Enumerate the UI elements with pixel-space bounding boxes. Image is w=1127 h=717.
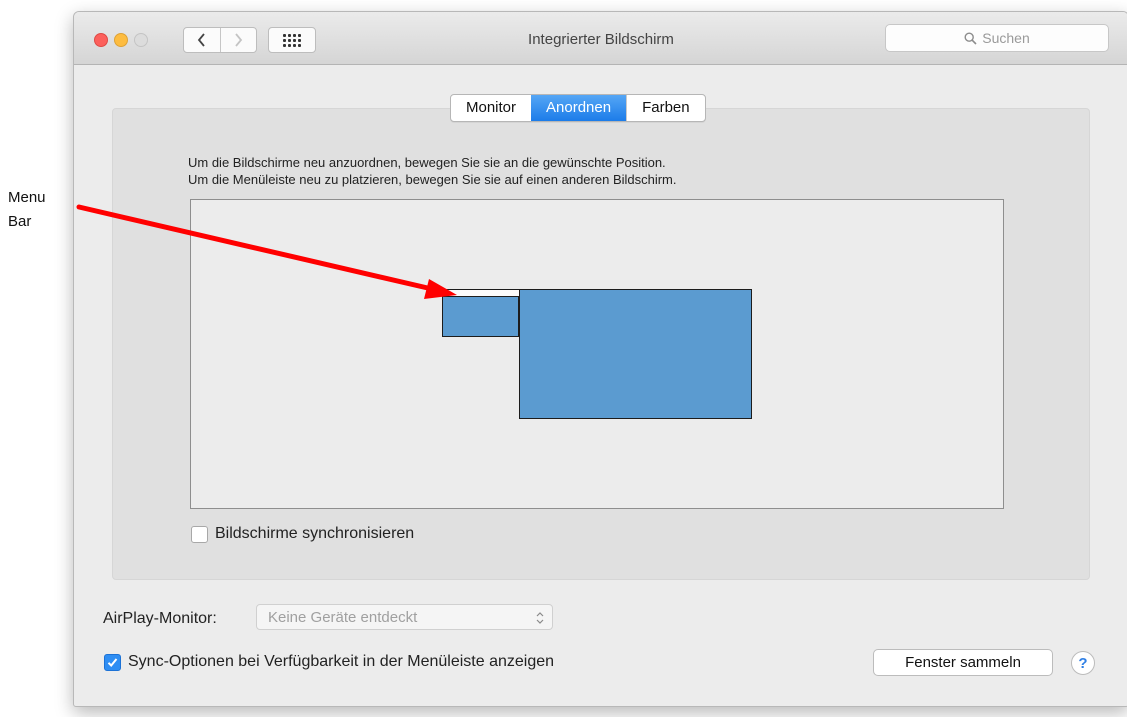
instructions: Um die Bildschirme neu anzuordnen, beweg…: [188, 154, 677, 188]
tab-arrange[interactable]: Anordnen: [531, 95, 627, 121]
checkmark-icon: [107, 657, 118, 667]
tab-colors[interactable]: Farben: [626, 95, 705, 121]
gather-windows-button[interactable]: Fenster sammeln: [873, 649, 1053, 676]
annotation-line-1: Menu: [8, 189, 46, 206]
instruction-line-1: Um die Bildschirme neu anzuordnen, beweg…: [188, 155, 666, 170]
display-arrangement-area: [190, 199, 1004, 509]
airplay-select-value: Keine Geräte entdeckt: [268, 609, 418, 626]
sync-options-checkbox[interactable]: [104, 653, 121, 671]
search-icon: [964, 31, 977, 45]
sync-options-label: Sync-Optionen bei Verfügbarkeit in der M…: [128, 653, 555, 670]
mirror-displays-label: Bildschirme synchronisieren: [215, 525, 415, 542]
select-chevron-icon: [536, 605, 544, 631]
main-display[interactable]: [519, 289, 752, 419]
tab-bar: Monitor Anordnen Farben: [450, 94, 706, 122]
preferences-window: Integrierter Bildschirm Suchen Um die Bi…: [73, 11, 1127, 707]
annotation-label: Menu Bar: [8, 186, 46, 234]
airplay-label: AirPlay-Monitor:: [103, 610, 217, 627]
help-button[interactable]: ?: [1071, 651, 1095, 675]
secondary-display[interactable]: [442, 296, 519, 337]
title-bar: Integrierter Bildschirm Suchen: [74, 12, 1127, 65]
airplay-select[interactable]: Keine Geräte entdeckt: [256, 604, 553, 630]
search-field[interactable]: Suchen: [885, 24, 1109, 52]
tab-monitor[interactable]: Monitor: [451, 95, 531, 121]
sync-options-option[interactable]: Sync-Optionen bei Verfügbarkeit in der M…: [104, 653, 554, 671]
annotation-line-2: Bar: [8, 213, 32, 230]
mirror-displays-option[interactable]: Bildschirme synchronisieren: [191, 525, 414, 543]
mirror-displays-checkbox[interactable]: [191, 525, 208, 543]
arrangement-panel: Um die Bildschirme neu anzuordnen, beweg…: [112, 108, 1090, 580]
instruction-line-2: Um die Menüleiste neu zu platzieren, bew…: [188, 172, 677, 187]
search-placeholder: Suchen: [982, 30, 1030, 46]
